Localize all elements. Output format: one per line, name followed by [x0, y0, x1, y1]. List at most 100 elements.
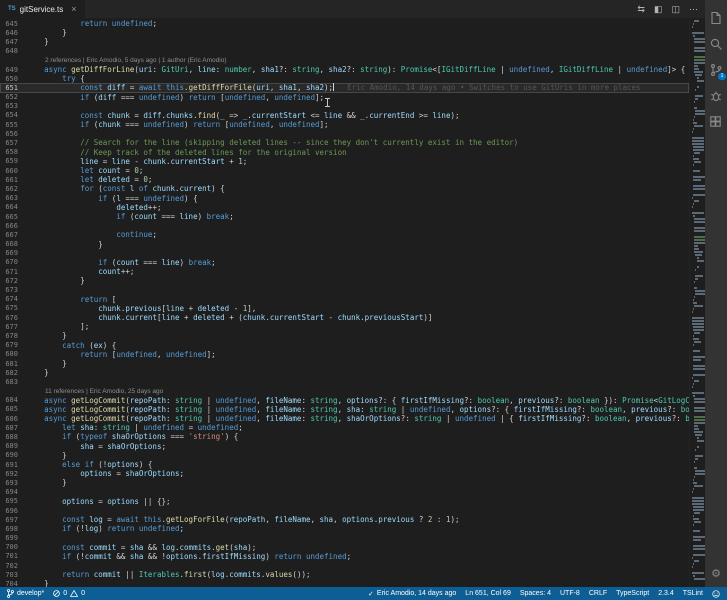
code-text[interactable]: if (typeof shaOrOptions === 'string') {	[26, 432, 689, 441]
line-number[interactable]: 701	[0, 552, 26, 560]
line-number[interactable]: 648	[0, 47, 26, 55]
line-number[interactable]: 690	[0, 451, 26, 459]
line-number[interactable]: 680	[0, 350, 26, 358]
code-text[interactable]: async getDiffForLine(uri: GitUri, line: …	[26, 65, 689, 74]
code-line[interactable]: 651 const diff = await this.getDiffForFi…	[0, 83, 689, 93]
line-number[interactable]: 689	[0, 442, 26, 450]
code-text[interactable]: }	[26, 28, 689, 37]
code-line[interactable]: 657 // Search for the line (skipping del…	[0, 138, 689, 147]
explorer-icon[interactable]	[705, 5, 727, 31]
code-text[interactable]: }	[26, 368, 689, 377]
line-number[interactable]: 666	[0, 222, 26, 230]
line-number[interactable]: 672	[0, 277, 26, 285]
code-text[interactable]: try {	[26, 74, 689, 83]
code-line[interactable]: 675 chunk.previous[line + deleted - 1],	[0, 304, 689, 313]
search-icon[interactable]	[705, 31, 727, 57]
editor[interactable]: 645 return undefined; 646 } 647 } 648 2 refe…	[0, 18, 705, 587]
code-line[interactable]: 688 if (typeof shaOrOptions === 'string'…	[0, 432, 689, 441]
code-line[interactable]: 703 return commit || Iterables.first(log…	[0, 570, 689, 579]
code-text[interactable]: }	[26, 276, 689, 285]
code-text[interactable]: for (const l of chunk.current) {	[26, 184, 689, 193]
code-text[interactable]: else if (!options) {	[26, 460, 689, 469]
line-number[interactable]: 676	[0, 314, 26, 322]
line-number[interactable]: 699	[0, 534, 26, 542]
code-line[interactable]: 656	[0, 129, 689, 138]
line-number[interactable]: 660	[0, 167, 26, 175]
code-text[interactable]: let deleted = 0;	[26, 175, 689, 184]
code-line[interactable]: 685 async getLogCommit(repoPath: string …	[0, 405, 689, 414]
code-line[interactable]: 679 catch (ex) {	[0, 341, 689, 350]
code-text[interactable]: return commit || Iterables.first(log.com…	[26, 570, 689, 579]
code-line[interactable]: 693 }	[0, 478, 689, 487]
line-number[interactable]: 652	[0, 93, 26, 101]
line-number[interactable]: 692	[0, 470, 26, 478]
code-line[interactable]: 671 count++;	[0, 267, 689, 276]
code-line[interactable]: 649 async getDiffForLine(uri: GitUri, li…	[0, 65, 689, 74]
line-number[interactable]: 658	[0, 148, 26, 156]
line-number[interactable]: 654	[0, 111, 26, 119]
line-number[interactable]: 702	[0, 562, 26, 570]
line-number[interactable]: 659	[0, 157, 26, 165]
code-text[interactable]: if (diff === undefined) return [undefine…	[26, 93, 689, 102]
line-number[interactable]: 671	[0, 268, 26, 276]
code-line[interactable]: 646 }	[0, 28, 689, 37]
code-text[interactable]: if (!commit && sha && !options.firstIfMi…	[26, 552, 689, 561]
code-text[interactable]: count++;	[26, 267, 689, 276]
code-text[interactable]: deleted++;	[26, 203, 689, 212]
line-number[interactable]: 669	[0, 249, 26, 257]
code-text[interactable]: }	[26, 359, 689, 368]
code-line[interactable]: 668 }	[0, 240, 689, 249]
code-line[interactable]: 695 options = options || {};	[0, 497, 689, 506]
line-number[interactable]: 649	[0, 66, 26, 74]
code-line[interactable]: 699	[0, 534, 689, 543]
line-number[interactable]: 697	[0, 516, 26, 524]
line-number[interactable]: 675	[0, 304, 26, 312]
code-text[interactable]: if (count === line) break;	[26, 258, 689, 267]
line-number[interactable]: 683	[0, 378, 26, 386]
code-text[interactable]: return undefined;	[26, 19, 689, 28]
code-line[interactable]: 653	[0, 102, 689, 111]
code-line[interactable]: 701 if (!commit && sha && !options.first…	[0, 552, 689, 561]
code-line[interactable]: 654 const chunk = diff.chunks.find(_ => …	[0, 111, 689, 120]
code-text[interactable]: }	[26, 240, 689, 249]
line-number[interactable]: 687	[0, 424, 26, 432]
line-number[interactable]: 677	[0, 323, 26, 331]
code-line[interactable]: 692 options = shaOrOptions;	[0, 469, 689, 478]
line-number[interactable]: 655	[0, 121, 26, 129]
code-line[interactable]: 684 async getLogCommit(repoPath: string …	[0, 396, 689, 405]
line-number[interactable]: 688	[0, 433, 26, 441]
line-number[interactable]: 679	[0, 341, 26, 349]
line-number[interactable]: 651	[0, 84, 26, 92]
close-tab-icon[interactable]: ×	[71, 4, 76, 14]
code-line[interactable]: 674 return [	[0, 295, 689, 304]
code-line[interactable]: 686 async getLogCommit(repoPath: string …	[0, 414, 689, 423]
code-line[interactable]: 660 let count = 0;	[0, 166, 689, 175]
code-line[interactable]: 655 if (chunk === undefined) return [und…	[0, 120, 689, 129]
tab-gitservice-ts[interactable]: TS gitService.ts ×	[0, 0, 86, 18]
code-line[interactable]: 663 if (l === undefined) {	[0, 194, 689, 203]
code-text[interactable]: return [undefined, undefined];	[26, 350, 689, 359]
code-text[interactable]: chunk.current[line + deleted + (chunk.cu…	[26, 313, 689, 322]
line-number[interactable]: 663	[0, 194, 26, 202]
code-line[interactable]: 666	[0, 221, 689, 230]
code-text[interactable]: }	[26, 579, 689, 587]
line-number[interactable]: 665	[0, 213, 26, 221]
code-text[interactable]: const commit = sha && log.commits.get(sh…	[26, 543, 689, 552]
code-text[interactable]: const chunk = diff.chunks.find(_ => _.cu…	[26, 111, 689, 120]
codelens-text[interactable]: 11 references | Eric Amodio, 25 days ago	[26, 388, 689, 395]
code-line[interactable]: 645 return undefined;	[0, 19, 689, 28]
split-editor-icon[interactable]: ◧	[654, 4, 663, 15]
line-number[interactable]: 685	[0, 405, 26, 413]
encoding-status[interactable]: UTF-8	[560, 590, 580, 597]
line-number[interactable]: 657	[0, 139, 26, 147]
code-text[interactable]: const diff = await this.getDiffForFile(u…	[26, 83, 689, 92]
code-text[interactable]: async getLogCommit(repoPath: string | un…	[26, 414, 689, 423]
code-line[interactable]: 683	[0, 377, 689, 386]
code-text[interactable]: return [	[26, 295, 689, 304]
line-number[interactable]: 645	[0, 20, 26, 28]
code-text[interactable]: catch (ex) {	[26, 341, 689, 350]
code-line[interactable]: 687 let sha: string | undefined = undefi…	[0, 423, 689, 432]
problems-indicator[interactable]: 0 0	[53, 590, 85, 597]
line-number[interactable]: 695	[0, 497, 26, 505]
line-number[interactable]: 673	[0, 286, 26, 294]
